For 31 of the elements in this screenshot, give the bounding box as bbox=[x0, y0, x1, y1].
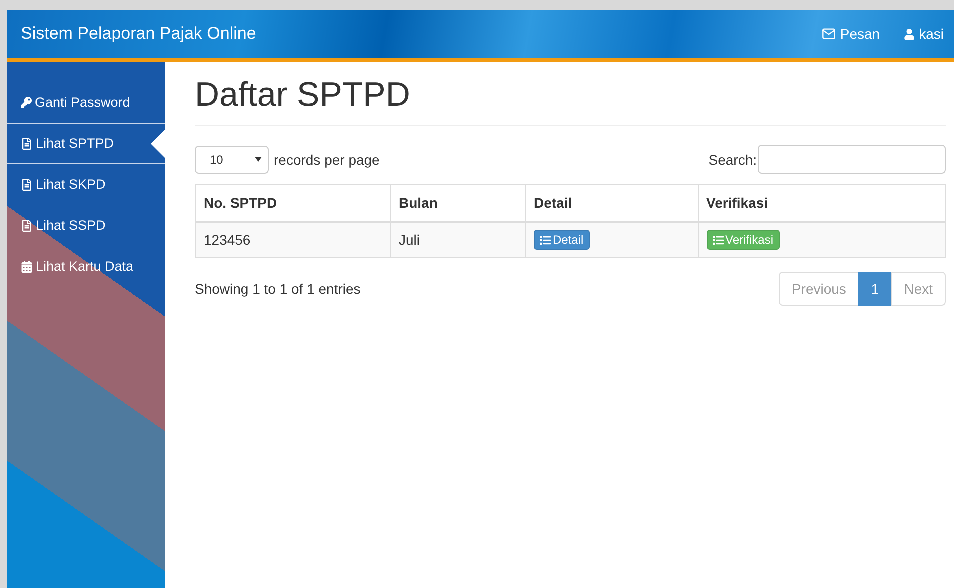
file-icon bbox=[21, 220, 33, 232]
list-icon bbox=[712, 234, 724, 246]
search-label: Search: bbox=[708, 152, 757, 168]
pointer-icon bbox=[151, 130, 165, 158]
calendar-icon bbox=[21, 260, 33, 272]
page-title: Daftar SPTPD bbox=[195, 76, 946, 126]
sidebar-item[interactable]: Lihat SSPD bbox=[7, 205, 165, 246]
entries-info: Showing 1 to 1 of 1 entries bbox=[195, 281, 361, 297]
file-icon bbox=[21, 138, 33, 150]
sidebar-item[interactable]: Lihat SPTPD bbox=[7, 123, 165, 164]
table-cell: 123456 bbox=[196, 222, 390, 258]
list-icon bbox=[540, 234, 551, 246]
table-cell: Juli bbox=[390, 222, 526, 258]
nav-menu[interactable]: Pesan bbox=[822, 26, 880, 42]
page-size-select[interactable]: 10 bbox=[195, 146, 269, 174]
verify-button[interactable]: Verifikasi bbox=[706, 230, 780, 250]
caret-down-icon bbox=[255, 157, 262, 162]
pagination-button[interactable]: Next bbox=[891, 272, 946, 306]
app-title: Sistem Pelaporan Pajak Online bbox=[21, 24, 258, 44]
user-icon bbox=[904, 28, 916, 40]
search-field[interactable] bbox=[758, 145, 946, 174]
page-size-label: records per page bbox=[274, 152, 381, 168]
nav-menu[interactable]: kasi bbox=[904, 26, 944, 42]
sidebar-item[interactable]: Ganti Password bbox=[7, 82, 165, 123]
pagination-button[interactable]: Previous bbox=[778, 272, 860, 306]
sidebar-item[interactable]: Lihat SKPD bbox=[7, 164, 165, 205]
key-icon bbox=[21, 97, 32, 108]
file-icon bbox=[21, 178, 33, 190]
pagination-button[interactable]: 1 bbox=[858, 272, 892, 306]
mail-icon bbox=[822, 27, 836, 41]
detail-button[interactable]: Detail bbox=[534, 230, 590, 250]
